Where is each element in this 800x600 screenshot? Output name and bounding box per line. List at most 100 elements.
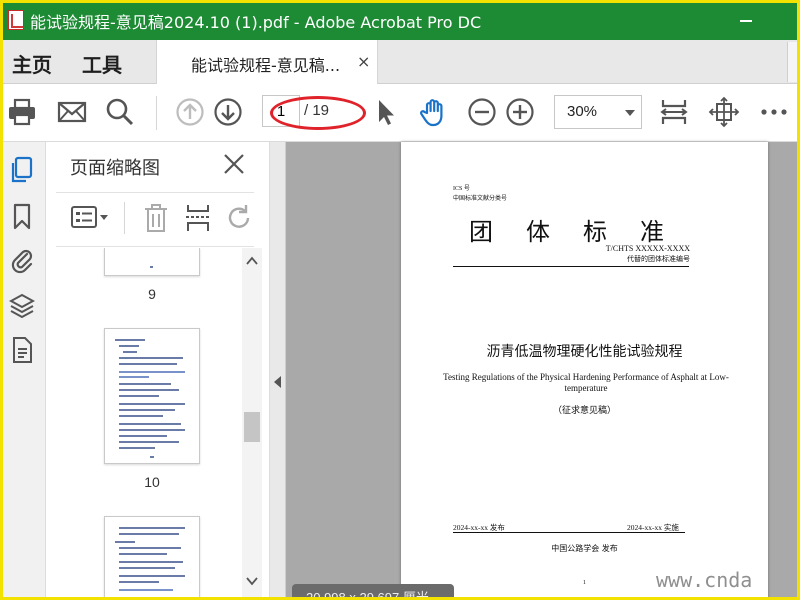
thumbnail-text-line: [119, 345, 139, 347]
page-dimensions-tooltip: 20.998 x 29.697 厘米: [292, 584, 454, 600]
document-page: ICS 号 中国标准文献分类号 团体标准 T/CHTS XXXXX-XXXX 代…: [401, 142, 768, 600]
fit-width-icon[interactable]: [658, 96, 690, 128]
insert-page-icon[interactable]: [184, 202, 212, 234]
select-cursor-icon[interactable]: [370, 96, 402, 128]
thumbnail-page-11[interactable]: [104, 516, 200, 600]
thumbnail-text-line: [115, 541, 135, 543]
tab-document[interactable]: 能试验规程-意见稿... ×: [156, 40, 378, 84]
watermark: www.cnda: [656, 568, 753, 592]
acrobat-app-icon: [8, 10, 24, 30]
document-title-en: Testing Regulations of the Physical Hard…: [443, 372, 729, 393]
chevron-down-icon: [625, 110, 635, 116]
thumbnail-text-line: [119, 561, 183, 563]
bookmark-icon[interactable]: [9, 202, 35, 230]
standard-type-title: 团体标准: [469, 218, 697, 246]
thumbnail-text-line: [119, 403, 185, 405]
thumbnail-text-line: [119, 435, 167, 437]
tab-bar: 主页 工具 能试验规程-意见稿... ×: [0, 40, 800, 84]
delete-icon[interactable]: [142, 202, 170, 234]
window-title: 能试验规程-意见稿2024.10 (1).pdf - Adobe Acrobat…: [30, 13, 482, 32]
chevron-down-icon[interactable]: [246, 576, 258, 586]
print-icon[interactable]: [6, 96, 38, 128]
main-toolbar: / 19 30%: [0, 84, 800, 142]
scrollbar-thumb[interactable]: [244, 412, 260, 442]
prev-page-icon[interactable]: [174, 96, 206, 128]
email-icon[interactable]: [56, 96, 88, 128]
draft-status: （征求意见稿）: [552, 406, 616, 416]
document-info-icon[interactable]: [9, 336, 35, 364]
page-thumbnails-panel: 页面缩略图 9 10: [46, 142, 270, 600]
thumbnail-text-line: [119, 395, 159, 397]
thumbnail-text-line: [119, 371, 185, 373]
title-bar: 能试验规程-意见稿2024.10 (1).pdf - Adobe Acrobat…: [0, 0, 800, 40]
thumbnail-text-line: [119, 357, 183, 359]
panel-title: 页面缩略图: [70, 158, 160, 179]
document-title-cn: 沥青低温物理硬化性能试验规程: [486, 344, 683, 360]
thumbnail-text-line: [119, 409, 175, 411]
attachment-icon[interactable]: [9, 246, 35, 274]
thumbnail-text-line: [119, 527, 185, 529]
thumbnail-text-line: [119, 389, 179, 391]
thumbnail-text-line: [119, 547, 181, 549]
thumbnail-text-line: [119, 597, 179, 599]
collapse-arrow-icon: [274, 376, 281, 388]
classification-label: 中国标准文献分类号: [453, 196, 508, 202]
thumbnail-scrollbar[interactable]: [242, 248, 262, 600]
panel-collapse-strip[interactable]: [270, 142, 286, 600]
fit-page-icon[interactable]: [708, 96, 740, 128]
tab-document-label: 能试验规程-意见稿...: [191, 56, 341, 75]
next-page-icon[interactable]: [212, 96, 244, 128]
panel-divider: [56, 246, 254, 247]
thumbnail-label: 9: [148, 286, 156, 302]
more-icon[interactable]: [758, 96, 790, 128]
page-count-highlight-annotation: [270, 96, 366, 130]
zoom-out-icon[interactable]: [466, 96, 498, 128]
page-thumbnails-icon[interactable]: [9, 156, 35, 184]
thumbnail-text-line: [119, 423, 181, 425]
thumbnail-page-9[interactable]: [104, 248, 200, 276]
thumbnail-text-line: [119, 575, 185, 577]
thumbnail-text-line: [123, 351, 137, 353]
thumbnail-list: 9 10: [46, 248, 242, 600]
thumbnail-text-line: [119, 376, 149, 378]
thumbnail-text-line: [119, 589, 173, 591]
thumbnail-options-icon[interactable]: [70, 202, 112, 234]
layers-icon[interactable]: [9, 292, 35, 320]
tab-home[interactable]: 主页: [12, 49, 52, 78]
close-icon[interactable]: [220, 150, 248, 178]
zoom-in-icon[interactable]: [504, 96, 536, 128]
thumbnail-text-line: [119, 429, 185, 431]
thumbnail-text-line: [119, 581, 159, 583]
tab-scroll-edge: [787, 42, 800, 82]
standard-number: T/CHTS XXXXX-XXXX: [605, 244, 690, 253]
thumbnail-text-line: [119, 441, 179, 443]
thumbnail-text-line: [150, 456, 154, 458]
thumbnail-text-line: [119, 533, 179, 535]
thumbnail-label: 10: [144, 474, 160, 490]
thumbnail-page-10[interactable]: [104, 328, 200, 464]
tab-tools[interactable]: 工具: [82, 49, 122, 78]
chevron-up-icon[interactable]: [246, 256, 258, 266]
issuer: 中国公路学会 发布: [551, 544, 618, 553]
panel-divider: [56, 192, 254, 193]
navigation-rail: [0, 142, 46, 600]
toolbar-separator: [156, 96, 157, 130]
panel-toolbar-separator: [124, 202, 125, 234]
thumbnail-text-line: [119, 567, 175, 569]
thumbnail-text-line: [119, 553, 167, 555]
standard-replacement-note: 代替的团体标准编号: [627, 255, 690, 263]
thumbnail-text-line: [119, 447, 155, 449]
search-icon[interactable]: [104, 96, 136, 128]
minimize-button[interactable]: [732, 14, 772, 28]
zoom-value: 30%: [567, 103, 598, 120]
thumbnail-text-line: [119, 415, 163, 417]
hand-icon[interactable]: [418, 96, 450, 128]
rotate-icon[interactable]: [226, 202, 254, 234]
zoom-dropdown[interactable]: 30%: [554, 95, 642, 129]
tab-close-button[interactable]: ×: [357, 52, 370, 71]
thumbnail-text-line: [150, 266, 153, 268]
thumbnail-text-line: [119, 383, 171, 385]
thumbnail-text-line: [119, 363, 177, 365]
ics-label: ICS 号: [453, 186, 470, 192]
header-rule: [453, 266, 689, 267]
